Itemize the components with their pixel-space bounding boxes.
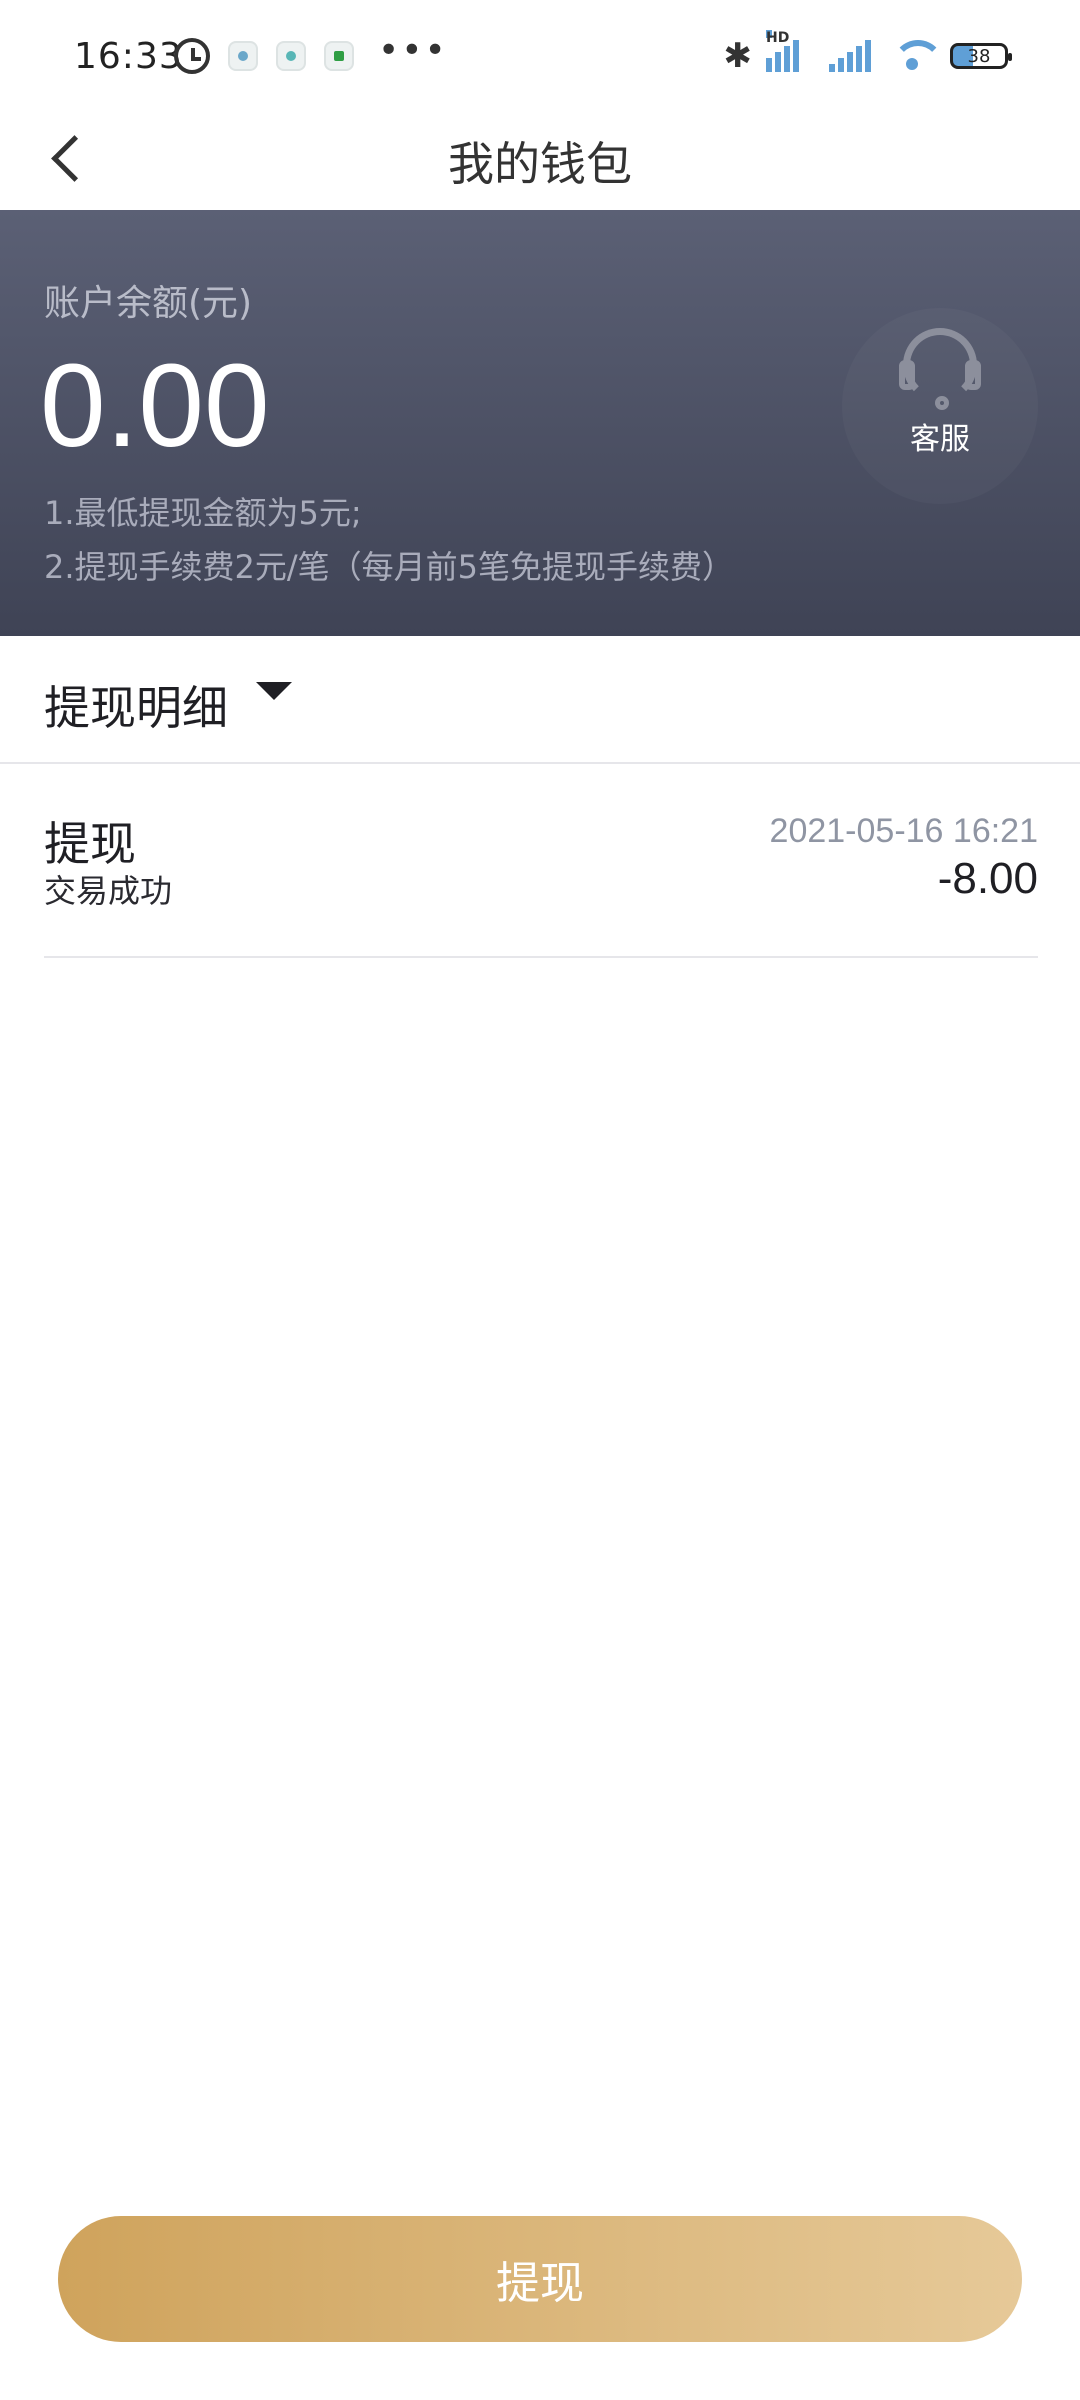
withdraw-rule-1: 1.最低提现金额为5元;: [44, 494, 362, 532]
section-title: 提现明细: [44, 681, 228, 735]
balance-label: 账户余额(元): [44, 283, 253, 324]
transaction-status: 交易成功: [44, 872, 173, 910]
transaction-time: 2021-05-16 16:21: [769, 812, 1038, 850]
headset-icon: [899, 328, 981, 414]
customer-service-button[interactable]: 客服: [842, 308, 1038, 504]
status-bar: 16:33 ••• ✱ HD 38: [0, 0, 1080, 110]
withdraw-button[interactable]: 提现: [58, 2216, 1022, 2342]
list-item[interactable]: 提现 交易成功 2021-05-16 16:21 -8.00: [44, 766, 1038, 958]
transaction-type: 提现: [44, 817, 136, 871]
battery-icon: 38: [950, 43, 1012, 69]
signal-icon-2: [829, 40, 874, 72]
bluetooth-icon: ✱: [723, 36, 753, 76]
transaction-amount: -8.00: [937, 854, 1038, 903]
customer-service-label: 客服: [910, 422, 970, 457]
status-time: 16:33: [74, 36, 183, 77]
wifi-icon: [892, 40, 944, 72]
balance-card: 账户余额(元) 0.00 1.最低提现金额为5元; 2.提现手续费2元/笔（每月…: [0, 210, 1080, 636]
balance-value: 0.00: [40, 340, 270, 472]
signal-icon: HD: [766, 30, 811, 72]
app-notification-icon: [276, 41, 306, 71]
page-title: 我的钱包: [448, 137, 632, 191]
alarm-icon: [174, 38, 210, 74]
more-notifications-icon: •••: [378, 29, 448, 71]
hd-label: HD: [766, 30, 790, 46]
withdraw-rule-2: 2.提现手续费2元/笔（每月前5笔免提现手续费）: [44, 548, 735, 586]
status-right-icons: ✱ HD 38: [723, 30, 1012, 76]
app-notification-icon-2: [324, 41, 354, 71]
caret-down-icon[interactable]: [256, 682, 292, 700]
withdraw-details-header[interactable]: 提现明细: [0, 636, 1080, 764]
status-left-icons: •••: [174, 30, 448, 74]
message-app-icon: [228, 41, 258, 71]
nav-bar: 我的钱包: [0, 110, 1080, 210]
